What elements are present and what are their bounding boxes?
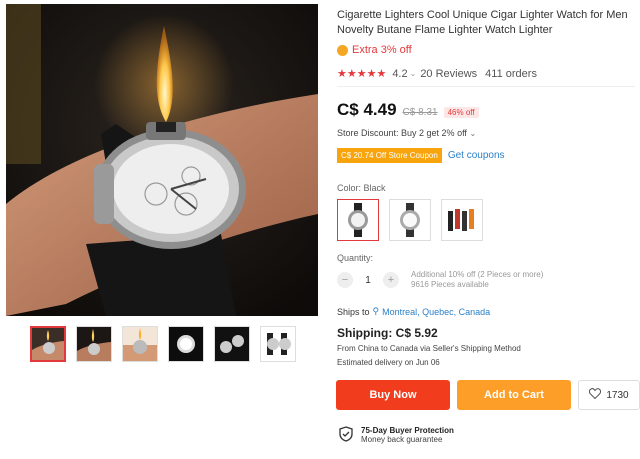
color-option-black[interactable] (337, 199, 379, 241)
wishlist-count: 1730 (606, 389, 629, 401)
protection-subtitle: Money back guarantee (361, 435, 443, 444)
chevron-down-icon: ⌄ (469, 129, 477, 138)
get-coupons-link[interactable]: Get coupons (448, 150, 505, 161)
increase-quantity-button[interactable]: + (383, 272, 399, 288)
main-product-image (6, 4, 318, 316)
thumbnail-5[interactable] (214, 326, 250, 362)
ships-to: Ships to ⚲ Montreal, Quebec, Canada (337, 306, 490, 317)
shipping-details: From China to Canada via Seller's Shippi… (337, 342, 521, 370)
rating-value: 4.2 (392, 67, 408, 80)
estimated-delivery: Estimated delivery on Jun 06 (337, 358, 440, 367)
divider (337, 86, 635, 87)
thumbnail-3[interactable] (122, 326, 158, 362)
store-discount-text: Store Discount: Buy 2 get 2% off (337, 128, 467, 138)
rating-row: ★★★★★ 4.2 ⌄ 20 Reviews 411 orders (337, 67, 537, 81)
shipping-cost: Shipping: C$ 5.92 (337, 326, 438, 340)
location-pin-icon: ⚲ (372, 306, 380, 316)
quantity-note: Additional 10% off (2 Pieces or more) 96… (411, 270, 543, 290)
coin-icon (337, 44, 348, 56)
color-swatches (337, 199, 483, 241)
extra-offer-text: Extra 3% off (352, 44, 412, 56)
thumbnail-6[interactable] (260, 326, 296, 362)
quantity-note-available: 9616 Pieces available (411, 280, 489, 289)
ships-to-location[interactable]: Montreal, Quebec, Canada (382, 307, 490, 317)
buy-now-button[interactable]: Buy Now (336, 380, 450, 410)
thumbnail-2[interactable] (76, 326, 112, 362)
thumbnail-strip (30, 326, 296, 362)
chevron-down-icon[interactable]: ⌄ (410, 69, 417, 78)
current-price: C$ 4.49 (337, 100, 397, 119)
color-option-2[interactable] (389, 199, 431, 241)
protection-title: 75-Day Buyer Protection (361, 426, 454, 435)
discount-badge: 46% off (443, 107, 479, 118)
color-label: Color: Black (337, 183, 386, 193)
quantity-label: Quantity: (337, 253, 374, 263)
decrease-quantity-button[interactable]: − (337, 272, 353, 288)
shield-check-icon (339, 426, 353, 447)
star-rating-icon: ★★★★★ (337, 68, 387, 80)
quantity-note-discount: Additional 10% off (2 Pieces or more) (411, 270, 544, 279)
buyer-protection: 75-Day Buyer Protection Money back guara… (339, 426, 454, 447)
add-to-cart-button[interactable]: Add to Cart (457, 380, 571, 410)
product-title: Cigarette Lighters Cool Unique Cigar Lig… (337, 9, 628, 36)
quantity-stepper: − 1 + Additional 10% off (2 Pieces or mo… (337, 270, 543, 290)
heart-icon (589, 388, 602, 402)
extra-offer: Extra 3% off (337, 44, 412, 56)
ships-to-label: Ships to (337, 306, 370, 317)
store-coupon-badge[interactable]: C$ 20.74 Off Store Coupon (337, 148, 442, 163)
store-discount[interactable]: Store Discount: Buy 2 get 2% off ⌄ (337, 128, 476, 138)
quantity-value[interactable]: 1 (361, 275, 375, 286)
reviews-link[interactable]: 20 Reviews (420, 68, 477, 80)
coupon-row: C$ 20.74 Off Store Coupon Get coupons (337, 148, 505, 163)
thumbnail-1[interactable] (30, 326, 66, 362)
shipping-route: From China to Canada via Seller's Shippi… (337, 344, 521, 353)
thumbnail-4[interactable] (168, 326, 204, 362)
color-option-3[interactable] (441, 199, 483, 241)
original-price: C$ 8.31 (402, 107, 438, 118)
price-row: C$ 4.49 C$ 8.31 46% off (337, 100, 479, 120)
orders-count: 411 orders (485, 67, 537, 80)
wishlist-button[interactable]: 1730 (578, 380, 640, 410)
